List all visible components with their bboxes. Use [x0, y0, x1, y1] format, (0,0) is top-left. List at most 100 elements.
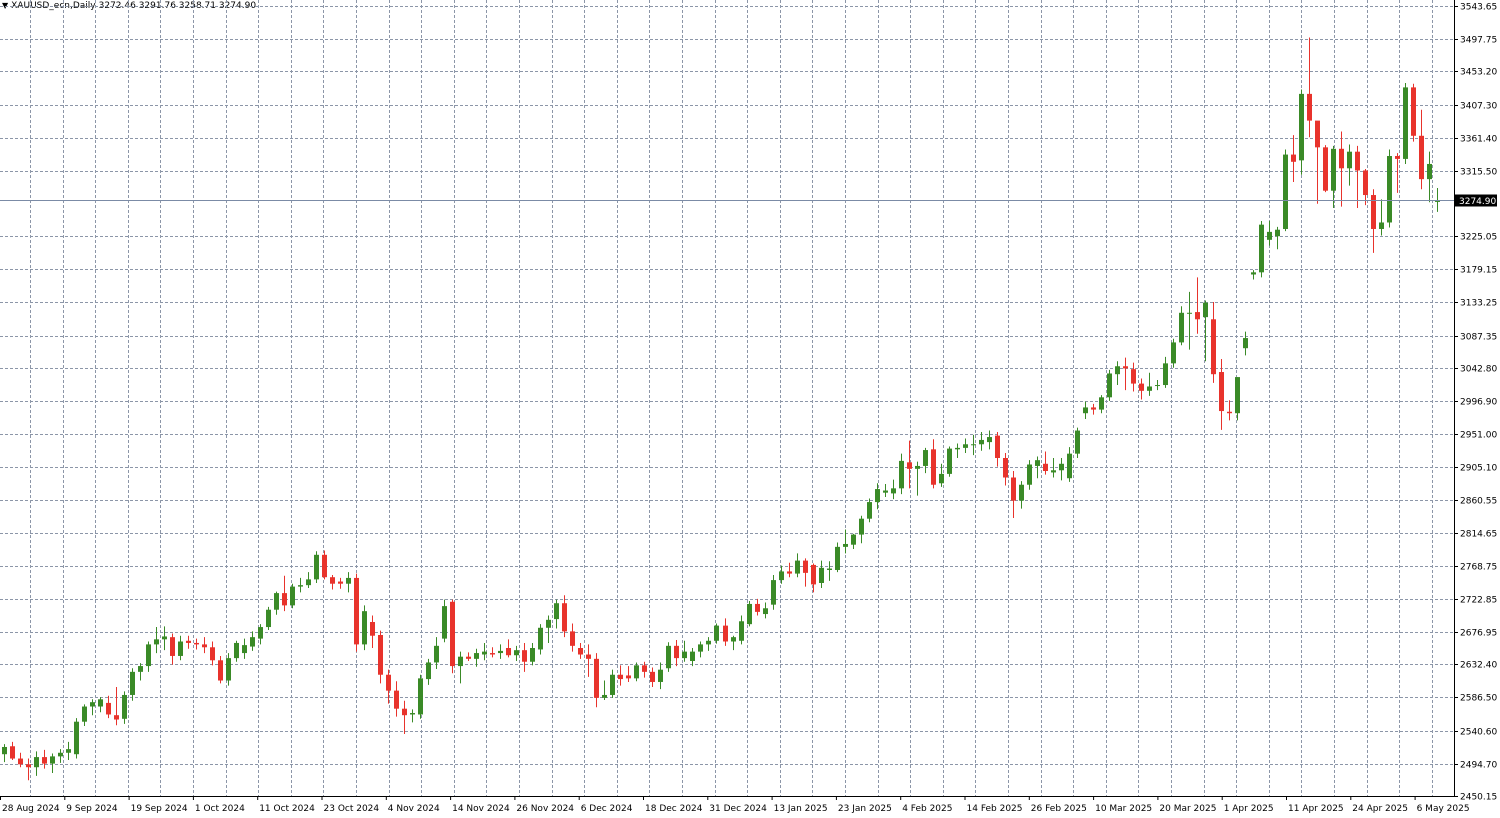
candle-body: [1379, 222, 1384, 229]
y-tick-label: 2450.15: [1460, 793, 1497, 803]
candle-body: [1019, 484, 1024, 501]
candle-body: [843, 543, 848, 547]
candle-body: [1291, 154, 1296, 162]
candle-body: [602, 694, 607, 698]
x-tick-label: 20 Mar 2025: [1159, 804, 1216, 814]
candle-body: [410, 713, 415, 715]
y-tick-label: 3042.80: [1460, 365, 1497, 375]
candle-body: [1059, 463, 1064, 471]
candle-body: [578, 648, 583, 655]
candle-body: [458, 656, 463, 667]
x-tick-label: 4 Nov 2024: [388, 804, 440, 814]
candle-body: [1155, 385, 1160, 387]
candle-body: [498, 650, 503, 654]
y-tick-label: 3453.20: [1460, 68, 1497, 78]
candle-body: [987, 437, 992, 443]
x-tick-label: 1 Apr 2025: [1224, 804, 1274, 814]
candle-body: [1123, 366, 1128, 369]
y-tick-label: 2586.50: [1460, 694, 1497, 704]
candle-body: [442, 606, 447, 639]
candlestick-chart[interactable]: ▼ XAUUSD_ecn,Daily 3272.46 3291.76 3258.…: [0, 0, 1500, 818]
x-tick-label: 13 Jan 2025: [774, 804, 828, 814]
candle-body: [282, 593, 287, 606]
chart-canvas[interactable]: 3543.65 3497.75 3453.20 3407.30 3361.40 3315.…: [0, 0, 1500, 818]
candle-body: [1243, 338, 1248, 349]
candle-body: [995, 435, 1000, 459]
candle-body: [42, 757, 47, 764]
candle-body: [907, 462, 912, 469]
candle-body: [298, 585, 303, 587]
candle-body: [266, 609, 271, 628]
candle-body: [98, 699, 103, 707]
x-tick-label: 26 Feb 2025: [1031, 804, 1087, 814]
candle-body: [250, 637, 255, 647]
candle-body: [931, 449, 936, 485]
candle-body: [1003, 458, 1008, 478]
candle-body: [1275, 229, 1280, 237]
candle-body: [811, 564, 816, 585]
candle-body: [755, 603, 760, 612]
candle-body: [731, 637, 736, 642]
candle-body: [610, 674, 615, 695]
x-tick-label: 14 Feb 2025: [967, 804, 1023, 814]
y-tick-label: 3497.75: [1460, 36, 1497, 46]
candle-body: [1355, 151, 1360, 171]
candle-body: [1315, 120, 1320, 148]
y-tick-label: 2860.55: [1460, 497, 1497, 507]
candle-body: [1419, 135, 1424, 180]
candle-body: [482, 651, 487, 655]
candle-body: [522, 650, 527, 662]
candle-body: [162, 636, 167, 640]
candle-body: [1187, 312, 1192, 314]
candle-body: [955, 447, 960, 450]
candle-body: [490, 653, 495, 655]
x-tick-label: 1 Oct 2024: [195, 804, 245, 814]
candle-body: [939, 473, 944, 484]
candle-body: [474, 653, 479, 659]
candle-body: [138, 666, 143, 672]
y-tick-label: 3087.35: [1460, 333, 1497, 343]
candle-body: [418, 678, 423, 715]
candle-body: [747, 603, 752, 625]
candle-body: [666, 645, 671, 669]
candle-body: [819, 567, 824, 583]
candle-body: [1051, 470, 1056, 473]
y-tick-label: 2676.95: [1460, 629, 1497, 639]
y-tick-label: 2494.70: [1460, 761, 1497, 771]
candle-body: [354, 577, 359, 645]
x-tick-label: 6 May 2025: [1417, 804, 1470, 814]
candle-body: [971, 444, 976, 446]
candle-body: [1267, 231, 1272, 240]
candle-body: [10, 746, 15, 759]
candle-body: [370, 621, 375, 636]
candle-body: [1171, 342, 1176, 364]
candle-body: [34, 757, 39, 768]
candle-body: [923, 450, 928, 466]
candle-body: [122, 694, 127, 719]
candle-body: [586, 654, 591, 659]
candle-body: [450, 601, 455, 667]
x-tick-label: 6 Dec 2024: [581, 804, 633, 814]
candle-body: [1091, 407, 1096, 410]
candle-body: [1363, 170, 1368, 196]
candle-body: [170, 637, 175, 656]
candle-body: [642, 665, 647, 672]
candle-body: [1195, 312, 1200, 320]
candle-body: [514, 650, 519, 656]
candle-body: [1395, 156, 1400, 159]
y-tick-label: 3361.40: [1460, 135, 1497, 145]
y-tick-label: 2540.60: [1460, 728, 1497, 738]
x-tick-label: 11 Oct 2024: [259, 804, 315, 814]
candle-body: [466, 656, 471, 659]
candle-body: [130, 671, 135, 695]
candle-body: [1139, 383, 1144, 391]
x-tick-label: 11 Apr 2025: [1288, 804, 1344, 814]
candle-body: [706, 640, 711, 645]
candle-body: [1211, 319, 1216, 375]
x-tick-label: 23 Jan 2025: [838, 804, 892, 814]
candle-body: [154, 639, 159, 645]
y-tick-label: 3543.65: [1460, 3, 1497, 13]
candle-body: [202, 644, 207, 648]
y-tick-label: 3315.50: [1460, 168, 1497, 178]
candle-body: [1427, 163, 1432, 180]
